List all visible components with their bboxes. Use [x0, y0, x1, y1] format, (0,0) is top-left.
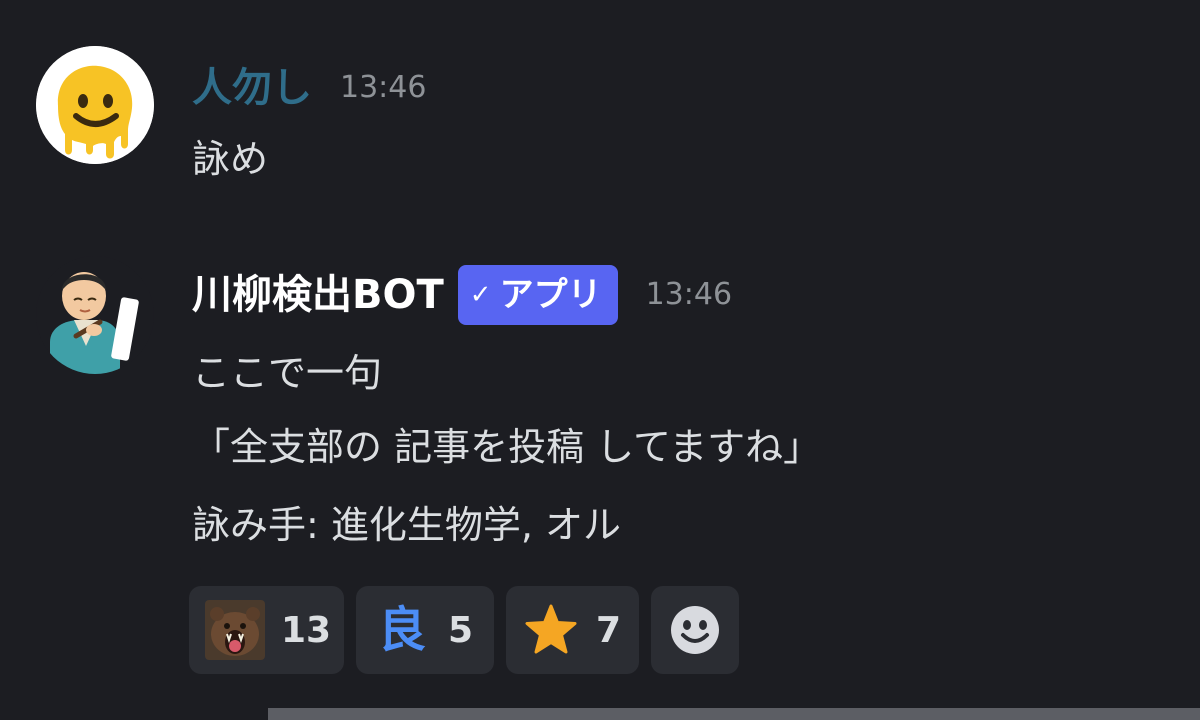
- timestamp: 13:46: [645, 277, 733, 312]
- message-text: ここで一句: [192, 351, 383, 395]
- message-header: 人勿し 13:46: [192, 66, 426, 110]
- username[interactable]: 人勿し: [192, 68, 312, 108]
- reaction-button[interactable]: 13: [189, 586, 344, 674]
- add-reaction-button[interactable]: [651, 586, 739, 674]
- reaction-count: 13: [281, 609, 332, 651]
- reaction-count: 5: [448, 609, 474, 651]
- roaring-bear-icon: [205, 600, 265, 660]
- chat-view: 人勿し 13:46 詠め 川柳検出BOT ✓ アプリ 13:46 ここで一句 「…: [0, 0, 1200, 720]
- message-header: 川柳検出BOT ✓ アプリ 13:46: [192, 264, 732, 326]
- avatar[interactable]: [36, 46, 154, 164]
- message-text: 詠み手: 進化生物学, オル: [192, 503, 622, 547]
- message-text: 詠め: [192, 137, 269, 181]
- username[interactable]: 川柳検出BOT: [192, 275, 444, 315]
- app-badge: ✓ アプリ: [457, 265, 618, 325]
- timestamp: 13:46: [340, 70, 427, 105]
- reaction-bar: 13 良 5 7: [189, 586, 739, 674]
- add-reaction-smiley-icon: [665, 600, 725, 660]
- reaction-button[interactable]: 7: [506, 586, 639, 674]
- avatar[interactable]: [36, 256, 154, 374]
- melting-face-icon: [36, 46, 154, 164]
- reaction-count: 7: [595, 609, 621, 651]
- reaction-button[interactable]: 良 5: [356, 586, 494, 674]
- reaction-emoji: 良: [372, 600, 432, 660]
- message-text: 「全支部の 記事を投稿 してますね」: [192, 425, 822, 469]
- star-icon: [522, 600, 580, 660]
- app-badge-label: アプリ: [499, 275, 602, 315]
- horizontal-scrollbar[interactable]: [268, 708, 1200, 720]
- haiku-poet-icon: [36, 256, 154, 374]
- checkmark-icon: ✓: [469, 280, 492, 310]
- good-kanji-emoji: 良: [377, 602, 426, 658]
